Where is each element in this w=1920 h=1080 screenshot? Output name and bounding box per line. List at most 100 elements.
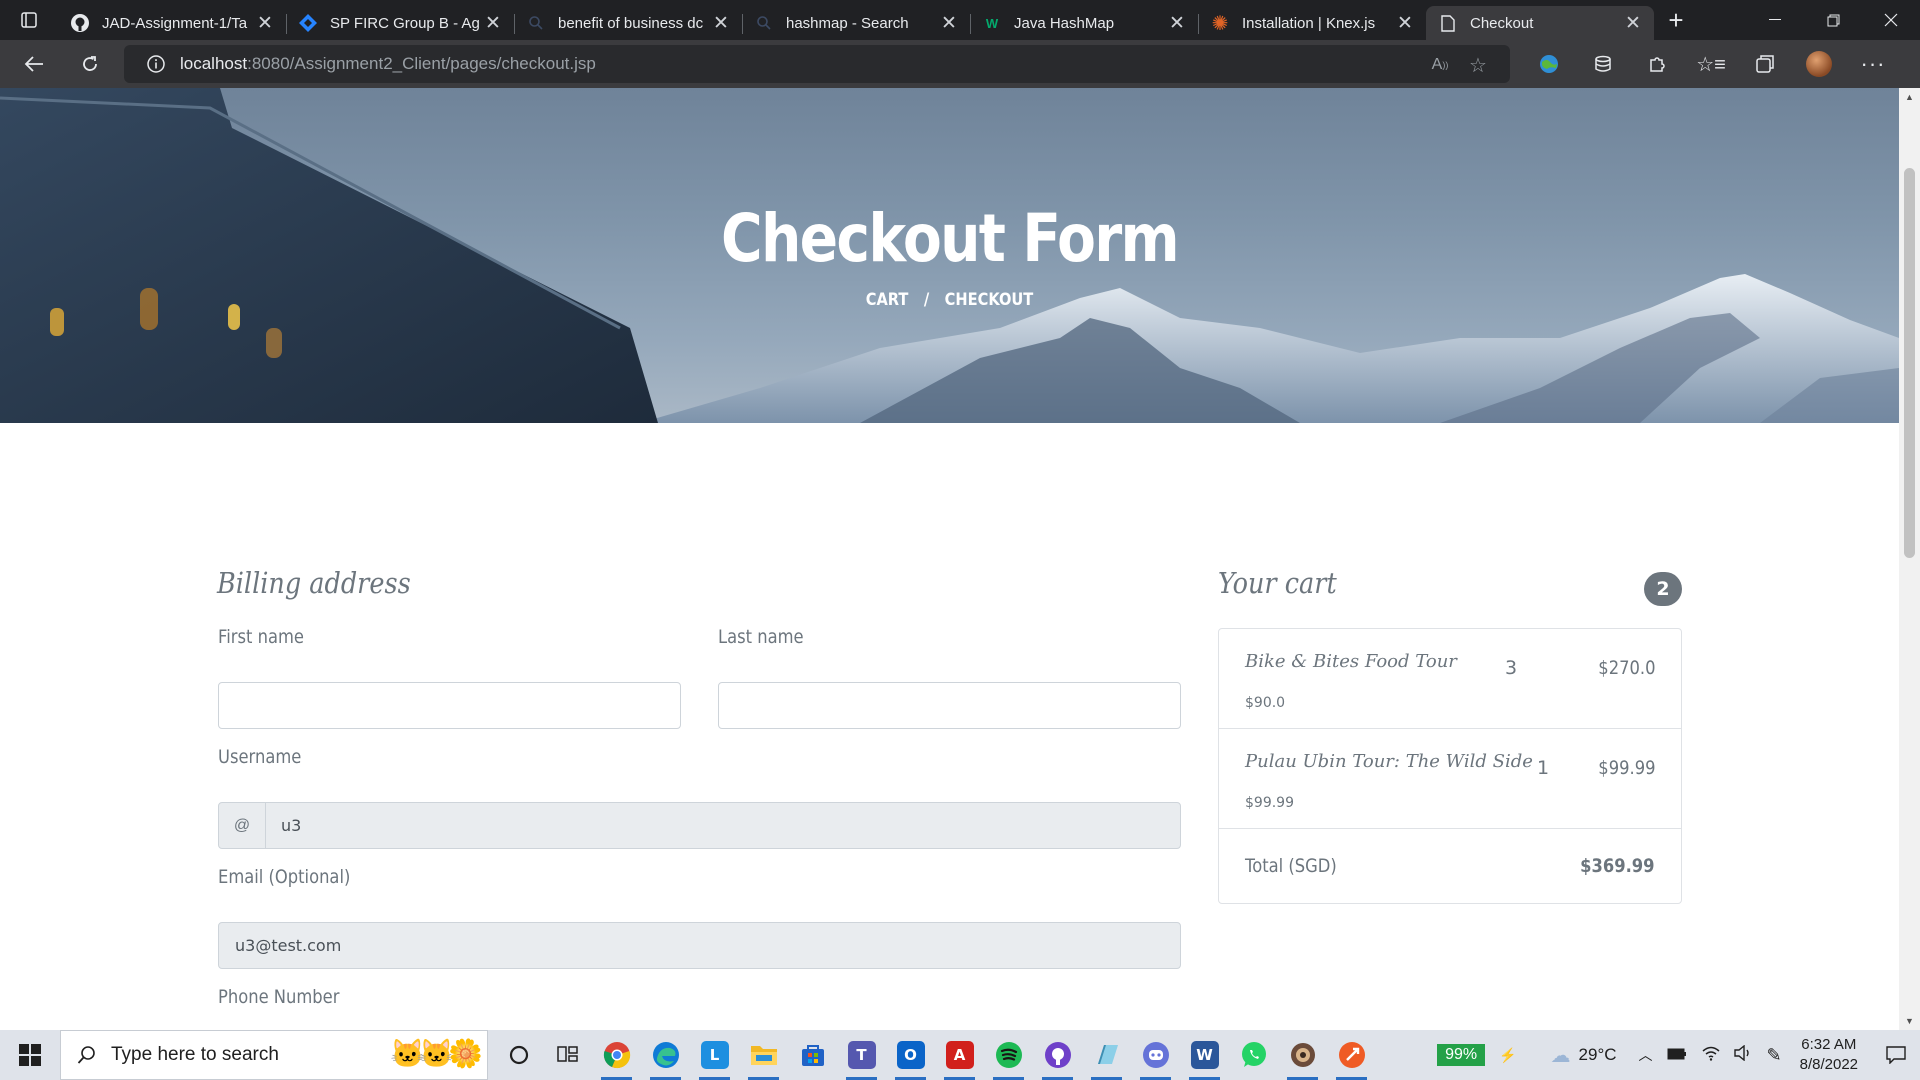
email-value: u3@test.com (235, 936, 342, 955)
lightshot-button[interactable]: L (690, 1030, 739, 1080)
cart-item-unit-price: $90.0 (1245, 695, 1286, 711)
battery-percentage-badge[interactable]: 99% (1437, 1044, 1486, 1066)
address-bar[interactable]: localhost:8080/Assignment2_Client/pages/… (124, 45, 1510, 83)
extensions-icon[interactable] (1630, 40, 1684, 88)
pen-workspace-icon[interactable]: ✎ (1767, 1045, 1782, 1066)
cart-total-label: Total (SGD) (1245, 855, 1337, 877)
collections-stack-icon[interactable] (1576, 40, 1630, 88)
favorites-icon[interactable]: ☆≡ (1684, 40, 1738, 88)
billing-heading: Billing address (217, 566, 411, 600)
add-favorite-icon[interactable]: ☆ (1464, 51, 1492, 79)
scroll-up-arrow-icon[interactable]: ▲ (1904, 92, 1915, 104)
tab-github[interactable]: JAD-Assignment-1/Ta ✕ (58, 6, 287, 40)
extension-globe-icon[interactable] (1522, 40, 1576, 88)
tab-knex[interactable]: ✺ Installation | Knex.js ✕ (1198, 6, 1426, 40)
discord-button[interactable] (1131, 1030, 1180, 1080)
username-input[interactable]: @ u3 (218, 802, 1181, 849)
read-aloud-icon[interactable]: A)) (1426, 51, 1454, 79)
breadcrumb-cart-link[interactable]: CART (866, 290, 909, 310)
battery-icon[interactable] (1667, 1047, 1687, 1064)
clock-date: 8/8/2022 (1799, 1056, 1858, 1073)
refresh-icon (83, 56, 97, 71)
back-button[interactable] (12, 44, 56, 84)
avatar (1806, 51, 1832, 77)
new-tab-button[interactable]: + (1654, 0, 1698, 40)
outlook-button[interactable]: O (886, 1030, 935, 1080)
site-info-icon[interactable] (146, 54, 166, 74)
email-label: Email (Optional) (218, 866, 351, 888)
phone-number-label: Phone Number (218, 986, 340, 1008)
spotify-icon (995, 1042, 1022, 1068)
tab-checkout[interactable]: Checkout ✕ (1426, 6, 1654, 40)
whatsapp-button[interactable] (1229, 1030, 1278, 1080)
search-highlight-icon: 🐱🐱🌼 (390, 1038, 483, 1069)
system-tray: 99% ⚡ ☁ 29°C ︿ ✎ 6:32 AM 8/8/2022 (1437, 1030, 1920, 1080)
email-input[interactable]: u3@test.com (218, 922, 1181, 969)
tab-jira[interactable]: SP FIRC Group B - Ag ✕ (286, 6, 515, 40)
close-tab-icon[interactable]: ✕ (482, 12, 504, 34)
page-scrollbar[interactable]: ▲ ▼ (1899, 88, 1920, 1030)
screen: JAD-Assignment-1/Ta ✕ SP FIRC Group B - … (0, 0, 1920, 1080)
start-button[interactable] (0, 1030, 60, 1080)
cart-list: Bike & Bites Food Tour $90.0 3 $270.0 Pu… (1218, 628, 1682, 904)
taskbar-clock[interactable]: 6:32 AM 8/8/2022 (1800, 1035, 1858, 1075)
github-desktop-button[interactable] (1033, 1030, 1082, 1080)
close-tab-icon[interactable]: ✕ (710, 12, 732, 34)
edge-button[interactable] (641, 1030, 690, 1080)
notification-center-icon[interactable] (1872, 1046, 1920, 1064)
whatsapp-icon (1241, 1042, 1266, 1067)
tab-w3schools[interactable]: W Java HashMap ✕ (970, 6, 1199, 40)
file-explorer-button[interactable] (739, 1030, 788, 1080)
last-name-input[interactable] (718, 682, 1181, 729)
cortana-button[interactable] (494, 1030, 543, 1080)
taskbar-search-box[interactable]: Type here to search 🐱🐱🌼 (60, 1030, 488, 1080)
close-tab-icon[interactable]: ✕ (254, 12, 276, 34)
word-button[interactable]: W (1180, 1030, 1229, 1080)
chrome-button[interactable] (592, 1030, 641, 1080)
weather-cloud-icon[interactable]: ☁ (1551, 1043, 1571, 1068)
word-icon: W (1190, 1041, 1219, 1069)
tab-title: SP FIRC Group B - Ag (330, 14, 480, 32)
cortana-icon (509, 1045, 528, 1065)
tab-bing-search-1[interactable]: benefit of business dc ✕ (514, 6, 743, 40)
profile-avatar[interactable] (1792, 40, 1846, 88)
tab-actions-button[interactable] (0, 0, 58, 40)
close-tab-icon[interactable]: ✕ (1394, 12, 1416, 34)
wifi-icon[interactable] (1701, 1045, 1721, 1065)
store-button[interactable] (788, 1030, 837, 1080)
close-window-button[interactable] (1862, 0, 1920, 40)
cart-item: Bike & Bites Food Tour $90.0 3 $270.0 (1219, 629, 1681, 729)
collections-icon[interactable] (1738, 40, 1792, 88)
postman-button[interactable] (1327, 1030, 1376, 1080)
volume-icon[interactable] (1733, 1044, 1753, 1065)
spotify-button[interactable] (984, 1030, 1033, 1080)
tab-title: Java HashMap (1014, 14, 1115, 32)
username-value: u3 (281, 816, 302, 835)
pinned-app-button[interactable] (1278, 1030, 1327, 1080)
notepad-button[interactable] (1082, 1030, 1131, 1080)
teams-button[interactable]: T (837, 1030, 886, 1080)
outlook-icon: O (896, 1041, 925, 1069)
minimize-button[interactable] (1746, 0, 1804, 40)
temperature-text[interactable]: 29°C (1579, 1045, 1617, 1065)
settings-more-icon[interactable]: ··· (1846, 40, 1900, 88)
refresh-button[interactable] (68, 44, 112, 84)
windows-logo-icon (19, 1044, 41, 1066)
close-tab-icon[interactable]: ✕ (1166, 12, 1188, 34)
tab-bing-search-2[interactable]: hashmap - Search ✕ (742, 6, 971, 40)
acrobat-button[interactable]: A (935, 1030, 984, 1080)
show-hidden-icons-icon[interactable]: ︿ (1639, 1045, 1653, 1065)
cart-heading: Your cart (1218, 566, 1337, 600)
cart-item-price: $99.99 (1597, 757, 1655, 779)
restore-button[interactable] (1804, 0, 1862, 40)
close-tab-icon[interactable]: ✕ (1622, 12, 1644, 34)
search-icon (754, 13, 774, 33)
scroll-down-arrow-icon[interactable]: ▼ (1904, 1016, 1915, 1028)
scrollbar-thumb[interactable] (1904, 168, 1915, 558)
close-tab-icon[interactable]: ✕ (938, 12, 960, 34)
first-name-input[interactable] (218, 682, 681, 729)
notepad-icon (1097, 1045, 1118, 1064)
task-view-button[interactable] (543, 1030, 592, 1080)
tab-title: Checkout (1470, 14, 1534, 32)
browser-toolbar: localhost:8080/Assignment2_Client/pages/… (0, 40, 1920, 88)
